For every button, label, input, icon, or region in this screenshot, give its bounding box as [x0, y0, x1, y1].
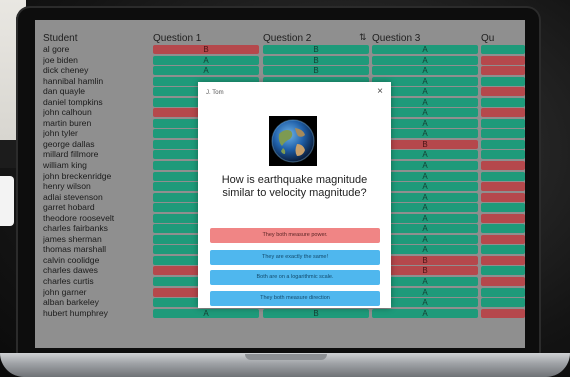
answer-cell[interactable]	[481, 108, 525, 118]
modal-question-text: How is earthquake magnitude similar to v…	[221, 174, 368, 199]
answer-cell[interactable]	[481, 224, 525, 234]
student-name[interactable]: alban barkeley	[43, 297, 151, 308]
student-name[interactable]: martin buren	[43, 118, 151, 129]
student-name[interactable]: al gore	[43, 44, 151, 55]
student-name[interactable]: daniel tompkins	[43, 97, 151, 108]
answer-cell[interactable]: A	[153, 308, 259, 318]
student-name[interactable]: charles fairbanks	[43, 223, 151, 234]
answer-cell[interactable]	[481, 298, 525, 308]
student-name[interactable]: john breckenridge	[43, 171, 151, 182]
student-name[interactable]: garret hobard	[43, 202, 151, 213]
table-row: al gore B B A	[35, 44, 525, 55]
student-name[interactable]: dick cheney	[43, 65, 151, 76]
table-row: joe biden A B A	[35, 55, 525, 66]
answer-cell[interactable]	[481, 287, 525, 297]
answer-cell[interactable]	[481, 171, 525, 181]
student-name[interactable]: hannibal hamlin	[43, 76, 151, 87]
student-name[interactable]: john garner	[43, 287, 151, 298]
answer-cell[interactable]	[481, 234, 525, 244]
answer-cell[interactable]	[481, 277, 525, 287]
answer-cell[interactable]	[481, 97, 525, 107]
answer-cell[interactable]: A	[153, 66, 259, 76]
answer-cell[interactable]	[481, 45, 525, 54]
student-name[interactable]: james sherman	[43, 234, 151, 245]
answer-cell[interactable]: B	[263, 45, 369, 54]
answer-cell[interactable]	[481, 203, 525, 213]
answer-cell[interactable]	[481, 118, 525, 128]
answer-cell[interactable]	[481, 87, 525, 97]
earth-globe-image	[269, 116, 317, 166]
student-name[interactable]: john calhoun	[43, 107, 151, 118]
answer-cell[interactable]: A	[372, 45, 478, 54]
answer-cell[interactable]: A	[372, 55, 478, 65]
background-device	[0, 176, 14, 226]
student-name[interactable]: thomas marshall	[43, 244, 151, 255]
laptop-bezel: Student Question 1 Question 2 ⇅ Question…	[16, 6, 541, 356]
student-name[interactable]: millard fillmore	[43, 149, 151, 160]
answer-cell[interactable]	[481, 255, 525, 265]
student-name[interactable]: joe biden	[43, 55, 151, 66]
student-name[interactable]: adlai stevenson	[43, 192, 151, 203]
answer-cell[interactable]	[481, 139, 525, 149]
modal-user-name: J. Tom	[206, 90, 224, 96]
sort-arrows-icon[interactable]: ⇅	[359, 32, 366, 43]
answer-cell[interactable]	[481, 192, 525, 202]
answer-cell[interactable]: B	[263, 308, 369, 318]
student-name[interactable]: hubert humphrey	[43, 308, 151, 319]
student-name[interactable]: william king	[43, 160, 151, 171]
answer-cell[interactable]: B	[263, 66, 369, 76]
table-row: hubert humphrey A B A	[35, 308, 525, 319]
answer-cell[interactable]	[481, 308, 525, 318]
answer-cell[interactable]: B	[263, 55, 369, 65]
close-icon[interactable]: ×	[377, 86, 383, 97]
student-name[interactable]: calvin coolidge	[43, 255, 151, 266]
student-name[interactable]: henry wilson	[43, 181, 151, 192]
answer-cell[interactable]: A	[372, 308, 478, 318]
answer-cell[interactable]: B	[153, 45, 259, 54]
answer-option-2[interactable]: They are exactly the same!	[210, 250, 380, 265]
answer-cell[interactable]: A	[372, 66, 478, 76]
answer-cell[interactable]	[481, 182, 525, 192]
answer-cell[interactable]	[481, 55, 525, 65]
answer-cell[interactable]	[481, 266, 525, 276]
answer-option-1[interactable]: They both measure power.	[210, 228, 380, 243]
answer-option-3[interactable]: Both are on a logarithmic scale.	[210, 270, 380, 285]
laptop-notch	[245, 354, 327, 360]
answer-cell[interactable]	[481, 66, 525, 76]
answer-cell[interactable]: A	[153, 55, 259, 65]
answer-cell[interactable]	[481, 129, 525, 139]
table-row: dick cheney A B A	[35, 65, 525, 76]
answer-cell[interactable]	[481, 150, 525, 160]
student-name[interactable]: charles dawes	[43, 265, 151, 276]
student-name[interactable]: george dallas	[43, 139, 151, 150]
question-modal: J. Tom × How is earthquake magnitude sim…	[198, 82, 391, 308]
answer-option-4[interactable]: They both measure direction	[210, 291, 380, 306]
student-name[interactable]: theodore roosevelt	[43, 213, 151, 224]
answer-cell[interactable]	[481, 245, 525, 255]
student-name[interactable]: john tyler	[43, 128, 151, 139]
answer-cell[interactable]	[481, 213, 525, 223]
student-name[interactable]: dan quayle	[43, 86, 151, 97]
student-name[interactable]: charles curtis	[43, 276, 151, 287]
answer-cell[interactable]	[481, 161, 525, 171]
laptop-screen: Student Question 1 Question 2 ⇅ Question…	[35, 20, 525, 348]
answer-cell[interactable]	[481, 76, 525, 86]
